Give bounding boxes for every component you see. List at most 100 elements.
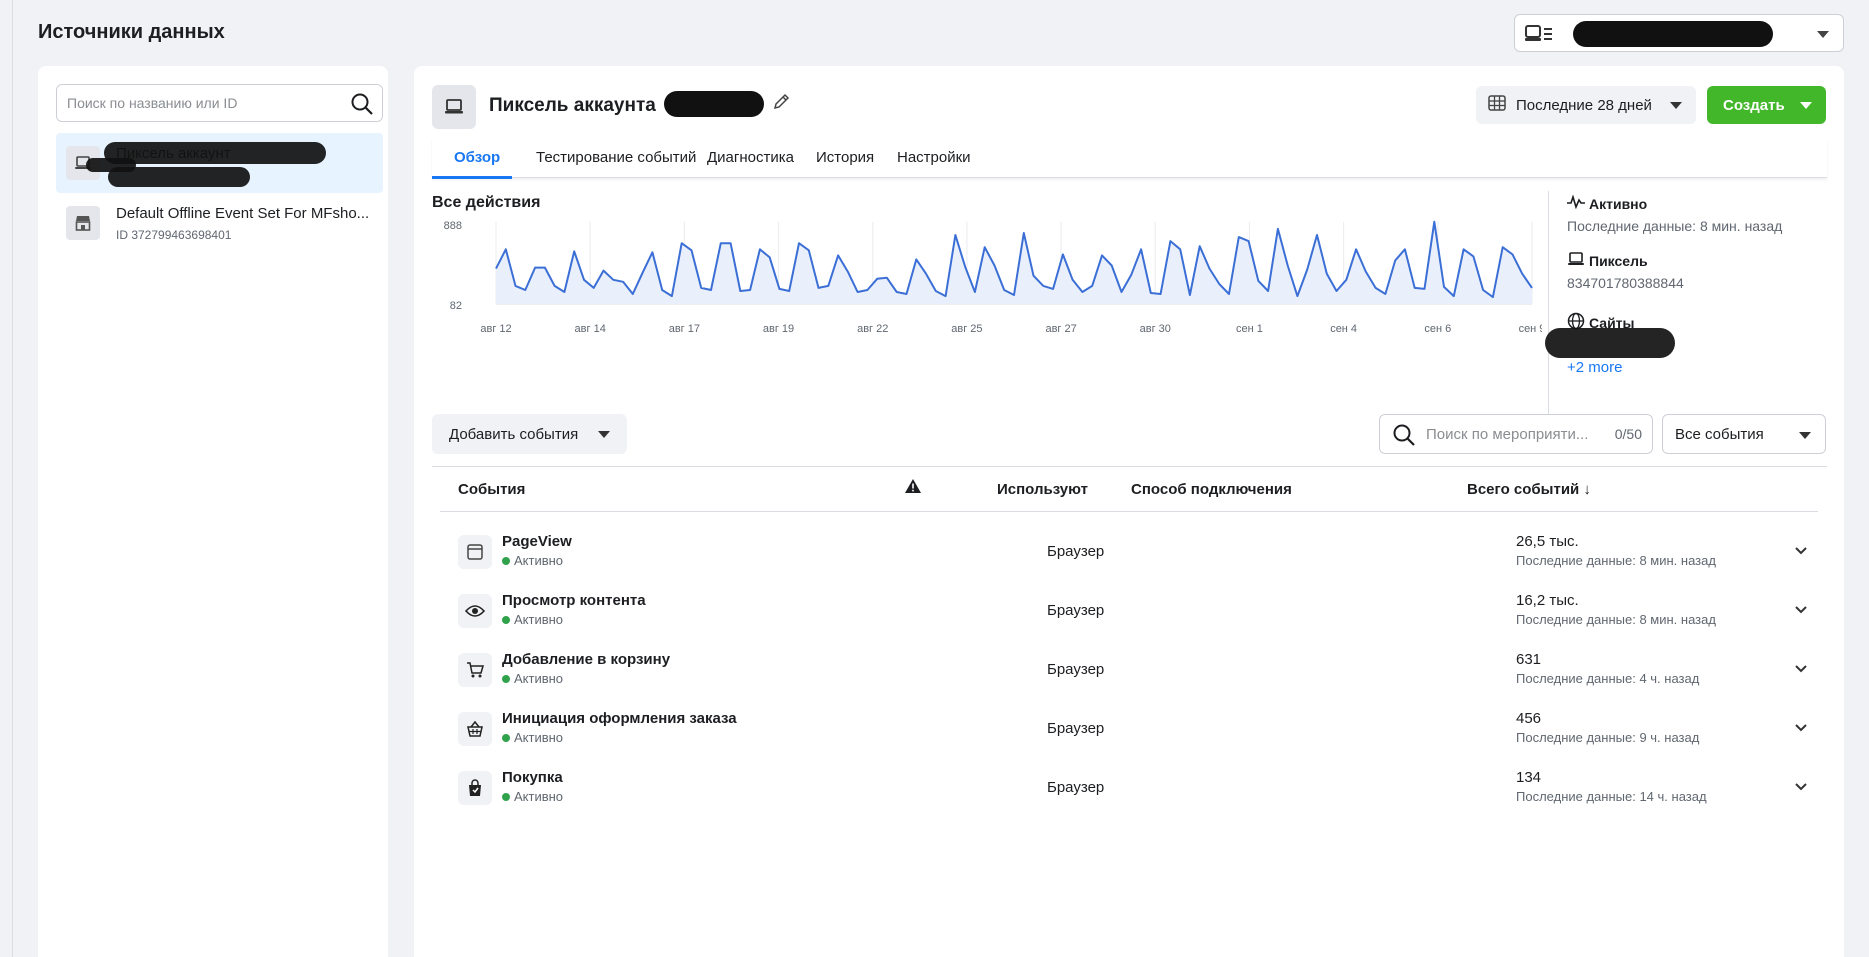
redaction-scribble	[104, 142, 326, 164]
event-count: 134	[1516, 769, 1542, 786]
create-button-label: Создать	[1723, 96, 1785, 114]
x-tick-label: авг 25	[951, 323, 982, 335]
events-filter-select[interactable]: Все события	[1662, 414, 1826, 454]
expand-chevron-icon[interactable]	[1794, 720, 1808, 738]
event-status: Активно	[502, 730, 563, 745]
expand-chevron-icon[interactable]	[1794, 661, 1808, 679]
table-row[interactable]: Инициация оформления заказа Активно Браузе…	[458, 708, 1828, 758]
event-status: Активно	[502, 553, 563, 568]
add-events-label: Добавить события	[449, 426, 579, 443]
laptop-icon	[1567, 252, 1585, 269]
tab-settings[interactable]: Настройки	[897, 138, 971, 178]
event-last-received: Последние данные: 14 ч. назад	[1516, 789, 1707, 804]
status-active-label: Активно	[1589, 195, 1648, 212]
x-tick-label: авг 22	[857, 323, 888, 335]
event-name: Покупка	[502, 769, 563, 786]
search-icon	[1392, 423, 1416, 452]
connection-method: Браузер	[1047, 720, 1105, 737]
table-row[interactable]: Просмотр контента Активно Браузер 16,2 тыс.…	[458, 590, 1828, 640]
y-tick-label: 888	[444, 220, 462, 232]
search-char-counter: 0/50	[1614, 426, 1642, 442]
connection-method: Браузер	[1047, 779, 1105, 796]
create-button[interactable]: Создать	[1707, 86, 1826, 124]
calendar-table-icon	[1488, 94, 1506, 116]
sidebar-search-input[interactable]	[67, 85, 337, 121]
source-item-offline-set[interactable]: Default Offline Event Set For MFsho... I…	[56, 193, 383, 253]
left-edge-strip	[0, 0, 13, 957]
event-status: Активно	[502, 612, 563, 627]
column-header-total[interactable]: Всего событий ↓	[1467, 481, 1591, 498]
expand-chevron-icon[interactable]	[1794, 543, 1808, 561]
expand-chevron-icon[interactable]	[1794, 779, 1808, 797]
date-range-button[interactable]: Последние 28 дней	[1476, 86, 1696, 124]
event-count: 16,2 тыс.	[1516, 592, 1579, 609]
account-selector[interactable]	[1514, 14, 1844, 52]
x-tick-label: авг 19	[763, 323, 794, 335]
source-item-pixel[interactable]: Пиксель аккаунт	[56, 133, 383, 193]
status-dot-icon	[502, 615, 510, 624]
sidebar-search[interactable]	[56, 84, 383, 122]
event-status-label: Активно	[514, 553, 564, 568]
tab-overview[interactable]: Обзор	[431, 138, 513, 179]
business-account-icon	[1525, 25, 1555, 48]
x-tick-label: авг 12	[480, 323, 511, 335]
more-sites-link[interactable]: +2 more	[1567, 359, 1622, 376]
event-name: Добавление в корзину	[502, 651, 671, 668]
chevron-down-icon	[1800, 102, 1812, 109]
status-active: Активно Последние данные: 8 мин. назад	[1567, 194, 1783, 234]
redacted-pixel-name	[664, 91, 764, 117]
x-tick-label: сен 4	[1330, 323, 1357, 335]
status-active-value: Последние данные: 8 мин. назад	[1567, 218, 1783, 234]
event-count: 456	[1516, 710, 1542, 727]
x-tick-label: авг 27	[1045, 323, 1076, 335]
event-search-input[interactable]	[1426, 415, 1606, 453]
event-status-label: Активно	[514, 612, 564, 627]
event-status: Активно	[502, 789, 563, 804]
warning-icon[interactable]	[905, 479, 921, 498]
add-events-button[interactable]: Добавить события	[432, 414, 627, 454]
pixel-overview-panel: Пиксель аккаунта Последние 28 дней Созда…	[414, 66, 1844, 957]
laptop-icon	[432, 85, 476, 129]
status-dot-icon	[502, 733, 510, 742]
status-pixel-label: Пиксель	[1589, 252, 1648, 269]
y-tick-label: 82	[450, 300, 462, 312]
table-row[interactable]: PageView Активно Браузер 26,5 тыс. Последние…	[458, 531, 1828, 581]
event-name: Просмотр контента	[502, 592, 646, 609]
table-row[interactable]: Добавление в корзину Активно Браузер 631 Пос…	[458, 649, 1828, 699]
event-status: Активно	[502, 671, 563, 686]
table-divider	[440, 511, 1818, 512]
event-status-label: Активно	[514, 730, 564, 745]
redaction-scribble	[1545, 328, 1675, 358]
status-pixel: Пиксель 834701780388844	[1567, 252, 1684, 291]
tab-test-events[interactable]: Тестирование событий	[536, 138, 696, 178]
redaction-scribble	[108, 167, 250, 187]
source-item-name: Default Offline Event Set For MFsho...	[116, 205, 370, 222]
browser-window-icon	[458, 535, 492, 569]
event-last-received: Последние данные: 8 мин. назад	[1516, 553, 1716, 568]
page-title: Источники данных	[38, 21, 225, 43]
events-filter-label: Все события	[1675, 426, 1764, 443]
tab-history[interactable]: История	[816, 138, 874, 178]
chart-title: Все действия	[432, 194, 541, 211]
event-count: 631	[1516, 651, 1542, 668]
tab-diagnostics[interactable]: Диагностика	[707, 138, 794, 178]
x-tick-label: авг 30	[1140, 323, 1171, 335]
redacted-account-name	[1573, 21, 1773, 47]
x-tick-label: сен 6	[1424, 323, 1451, 335]
expand-chevron-icon[interactable]	[1794, 602, 1808, 620]
table-row[interactable]: Покупка Активно Браузер 134 Последние данные…	[458, 767, 1828, 817]
x-tick-label: сен 9	[1519, 323, 1542, 335]
column-header-used-by: Используют	[997, 481, 1088, 498]
connection-method: Браузер	[1047, 661, 1105, 678]
column-header-events: События	[458, 481, 526, 498]
chevron-down-icon	[1670, 102, 1682, 109]
event-search[interactable]: 0/50	[1379, 414, 1653, 454]
status-pixel-id: 834701780388844	[1567, 275, 1684, 291]
connection-method: Браузер	[1047, 602, 1105, 619]
search-icon[interactable]	[350, 92, 374, 121]
event-last-received: Последние данные: 8 мин. назад	[1516, 612, 1716, 627]
chevron-down-icon	[1799, 432, 1811, 439]
source-item-id: ID 372799463698401	[116, 228, 232, 242]
event-last-received: Последние данные: 9 ч. назад	[1516, 730, 1700, 745]
pencil-icon[interactable]	[772, 93, 790, 116]
